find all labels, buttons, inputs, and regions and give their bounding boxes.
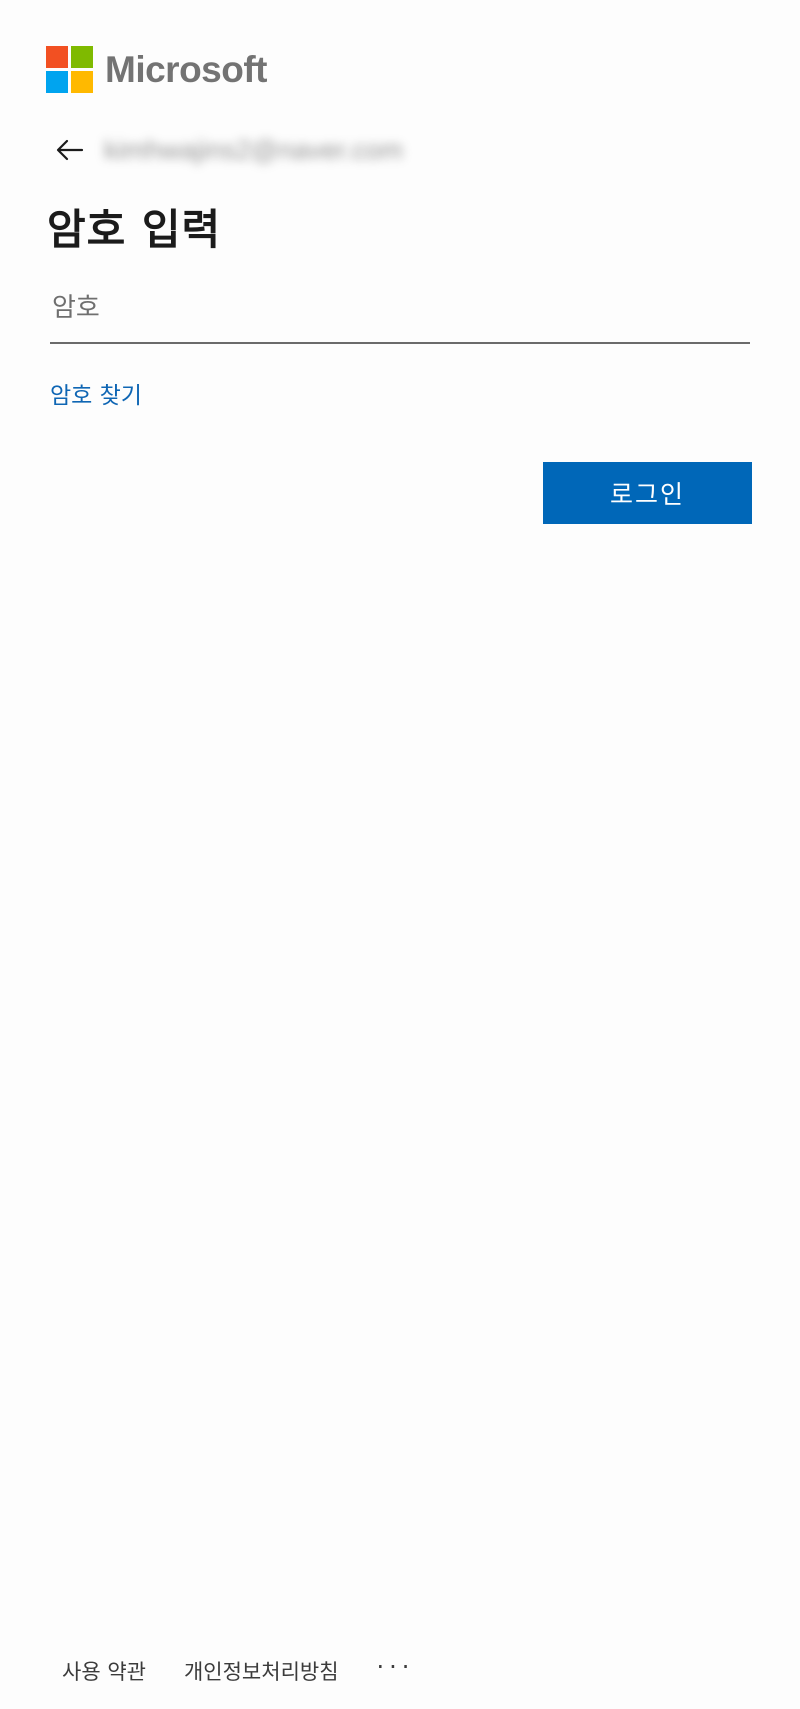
footer: 사용 약관 개인정보처리방침 ···	[62, 1655, 415, 1686]
microsoft-logo-icon	[46, 46, 93, 93]
back-button[interactable]	[54, 134, 86, 166]
page-title: 암호 입력	[47, 205, 222, 254]
logo-square-yellow	[71, 71, 93, 93]
logo-square-blue	[46, 71, 68, 93]
terms-of-use-link[interactable]: 사용 약관	[62, 1656, 146, 1686]
forgot-password-link[interactable]: 암호 찾기	[50, 376, 142, 410]
logo-square-red	[46, 46, 68, 68]
password-field-container	[50, 278, 750, 344]
privacy-link[interactable]: 개인정보처리방침	[184, 1656, 339, 1686]
logo-square-green	[71, 46, 93, 68]
identity-row: kimhwajins2@naver.com	[54, 130, 403, 170]
password-input[interactable]	[50, 278, 750, 338]
microsoft-logo: Microsoft	[46, 46, 268, 93]
more-options-button[interactable]: ···	[377, 1655, 415, 1679]
sign-in-button[interactable]: 로그인	[543, 462, 752, 524]
brand-name: Microsoft	[105, 49, 268, 90]
account-email: kimhwajins2@naver.com	[104, 134, 404, 165]
arrow-left-icon	[56, 139, 84, 161]
sign-in-page: Microsoft kimhwajins2@naver.com 암호 입력 암호…	[0, 0, 800, 1709]
